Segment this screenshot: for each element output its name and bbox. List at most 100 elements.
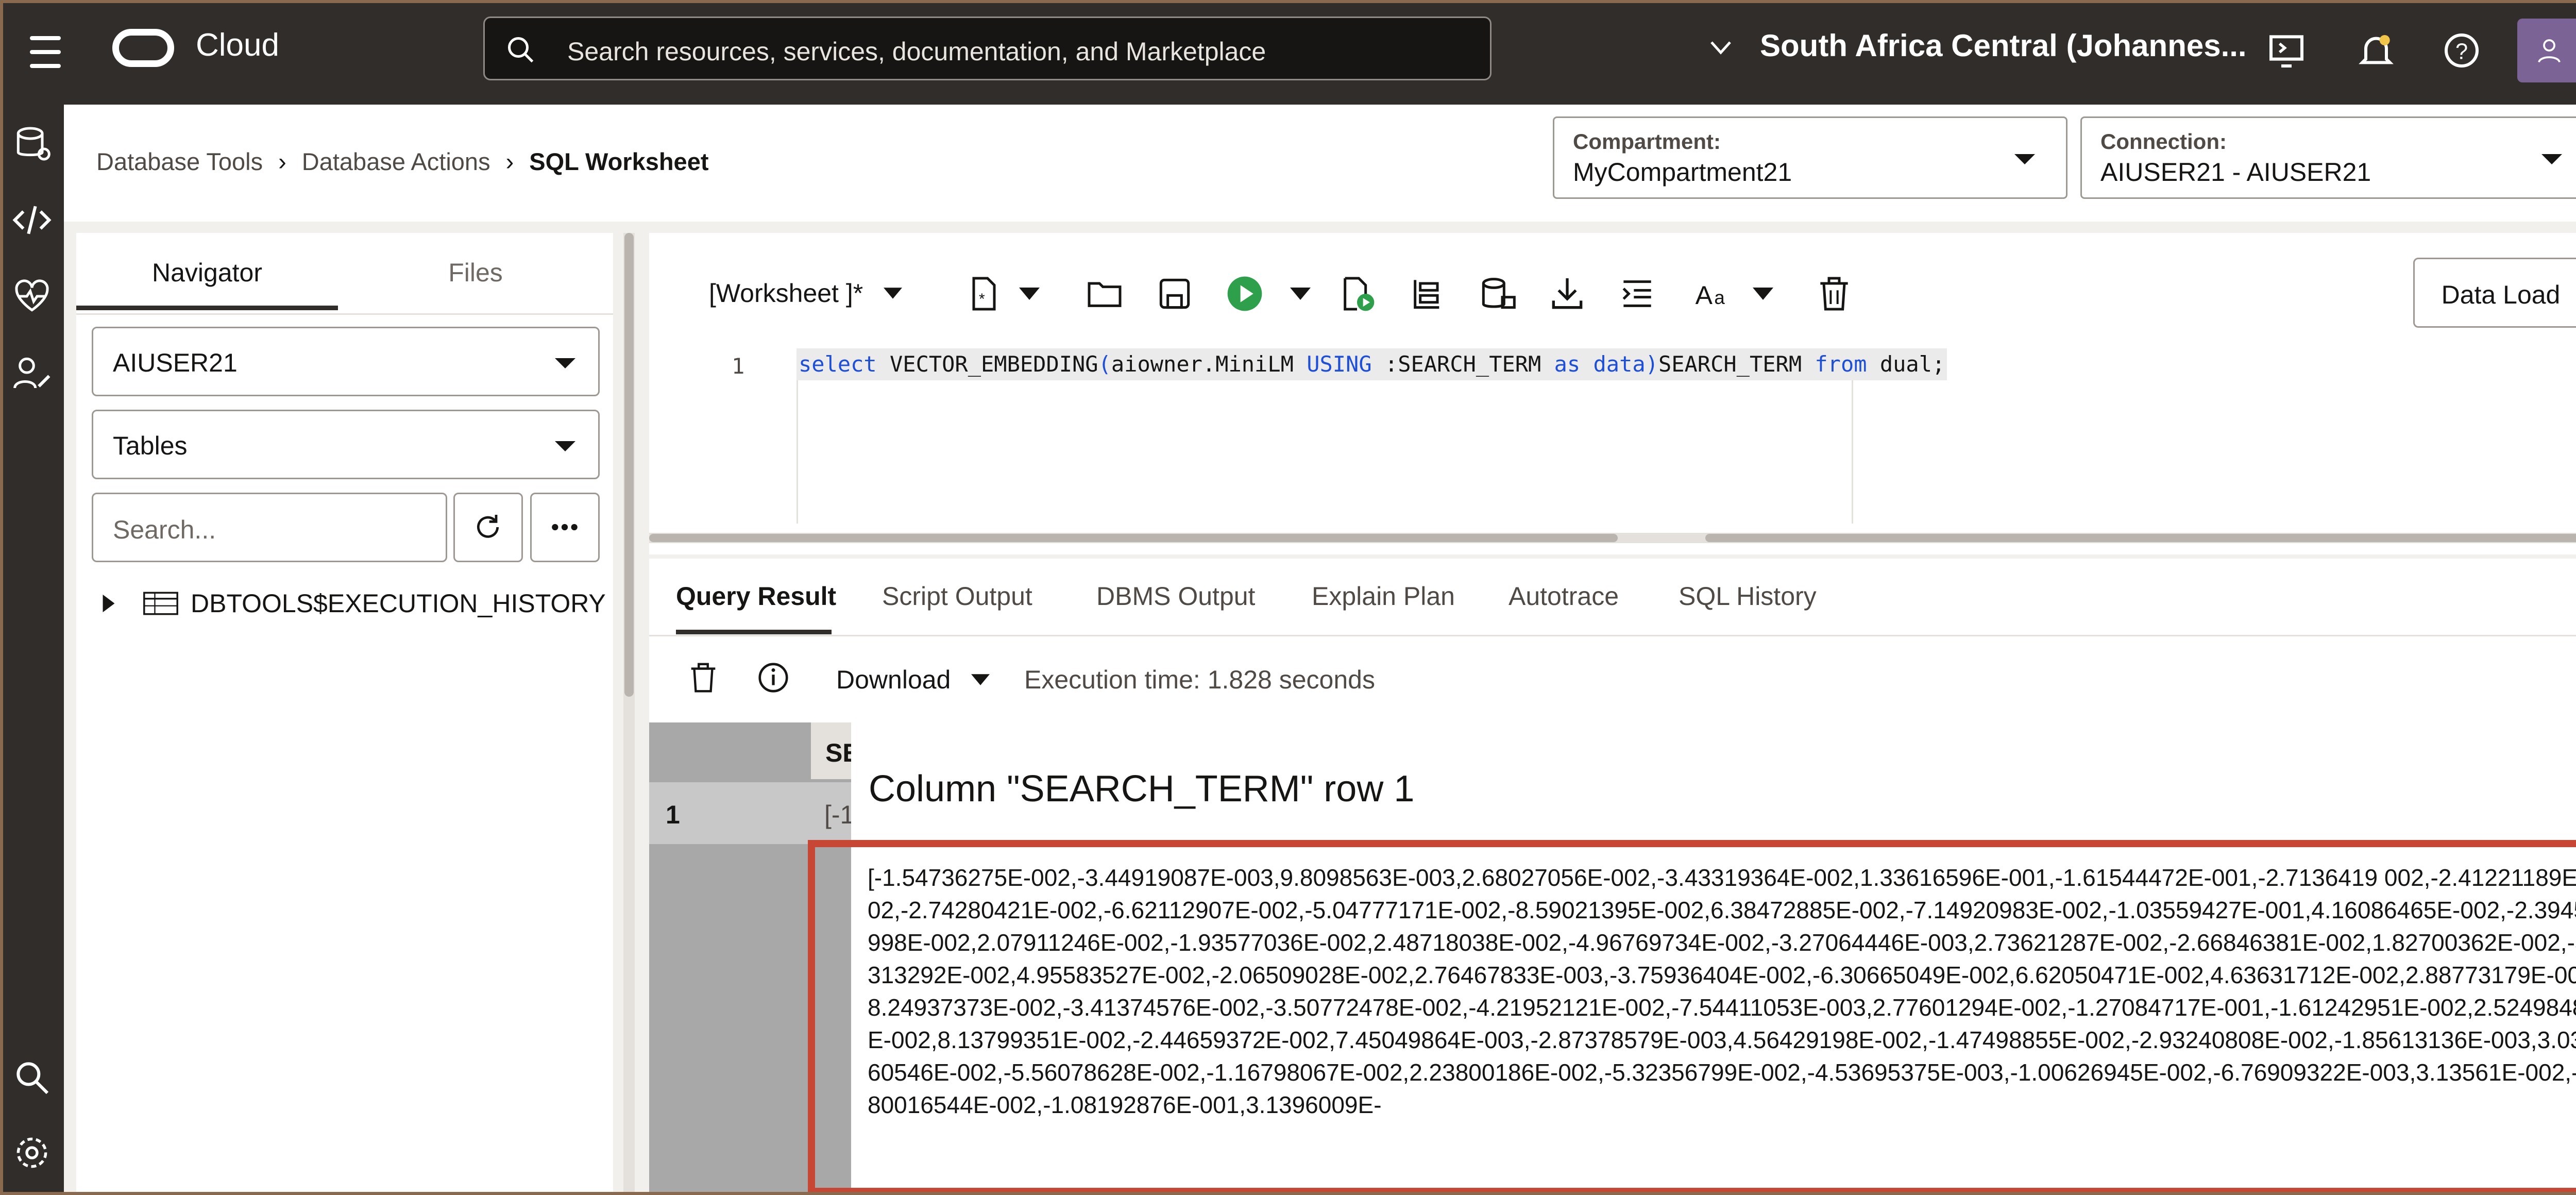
more-actions-button[interactable] [530, 493, 600, 562]
explain-plan-icon[interactable] [1406, 273, 1448, 314]
autotrace-icon[interactable] [1477, 273, 1518, 314]
clear-trash-icon[interactable] [1814, 273, 1855, 314]
connection-value: AIUSER21 - AIUSER21 [2100, 158, 2371, 187]
sql-function: VECTOR_EMBEDDING [876, 351, 1098, 377]
cloud-shell-icon[interactable] [2266, 30, 2307, 71]
global-search-input[interactable]: Search resources, services, documentatio… [483, 16, 1492, 80]
tree-item[interactable]: DBTOOLS$EXECUTION_HISTORY [101, 588, 606, 618]
code-icon[interactable] [11, 199, 53, 241]
search-icon [508, 37, 534, 63]
navigator-scrollbar[interactable] [623, 233, 635, 1195]
format-indent-icon[interactable] [1617, 273, 1658, 314]
new-worksheet-icon[interactable]: * [963, 273, 1005, 314]
object-type-value: Tables [113, 431, 188, 460]
sql-model: aiowner.MiniLM [1111, 351, 1307, 377]
caret-down-icon [2541, 154, 2562, 164]
admin-tools-icon[interactable] [11, 352, 53, 393]
navigator-search-input[interactable]: Search... [92, 493, 447, 562]
tab-explain-plan[interactable]: Explain Plan [1312, 581, 1455, 611]
sql-code-line[interactable]: select VECTOR_EMBEDDING(aiowner.MiniLM U… [796, 348, 1947, 380]
user-avatar[interactable] [2517, 19, 2576, 82]
tab-query-result[interactable]: Query Result [676, 581, 836, 611]
info-icon[interactable] [755, 660, 791, 696]
hamburger-menu-icon[interactable] [25, 32, 71, 72]
popup-title: Column "SEARCH_TERM" row 1 [869, 768, 1415, 810]
breadcrumb-database-actions[interactable]: Database Actions [302, 147, 490, 176]
save-icon[interactable] [1154, 273, 1195, 314]
open-file-icon[interactable] [1084, 273, 1125, 314]
refresh-icon [477, 515, 499, 538]
oracle-logo-icon[interactable] [112, 29, 174, 67]
help-icon[interactable]: ? [2441, 30, 2482, 71]
refresh-button[interactable] [453, 493, 523, 562]
table-icon [143, 592, 178, 615]
tab-navigator[interactable]: Navigator [76, 233, 338, 310]
breadcrumb-separator-icon: › [505, 148, 514, 175]
tab-autotrace[interactable]: Autotrace [1509, 581, 1619, 611]
svg-text:?: ? [2455, 40, 2468, 64]
connection-select[interactable]: Connection: AIUSER21 - AIUSER21 [2080, 116, 2576, 199]
worksheet-editor [649, 233, 2576, 554]
table-row[interactable]: 1 [-1 [649, 782, 855, 844]
tab-dbms-output[interactable]: DBMS Output [1096, 581, 1255, 611]
user-icon [2538, 39, 2561, 63]
active-tab-indicator [676, 630, 832, 634]
chevron-down-icon[interactable] [1709, 40, 1732, 56]
database-icon[interactable] [11, 123, 53, 164]
schema-select[interactable]: AIUSER21 [92, 327, 600, 396]
editor-horizontal-scrollbar[interactable] [649, 533, 2576, 543]
clear-results-trash-icon[interactable] [685, 660, 721, 696]
run-script-icon[interactable] [1336, 273, 1378, 314]
caret-down-icon[interactable] [1290, 287, 1311, 301]
data-load-label: Data Load [2441, 280, 2561, 309]
tab-navigator-label: Navigator [152, 258, 262, 287]
tree-item-label: DBTOOLS$EXECUTION_HISTORY [191, 589, 606, 618]
sql-keyword: data [1580, 351, 1646, 377]
worksheet-name: [Worksheet ]* [709, 279, 863, 308]
run-statement-icon[interactable] [1224, 273, 1265, 314]
divider [76, 313, 613, 315]
notifications-bell-icon[interactable] [2355, 30, 2397, 71]
highlight-box [808, 840, 2576, 1195]
compartment-value: MyCompartment21 [1573, 158, 1792, 187]
tab-script-output[interactable]: Script Output [882, 581, 1032, 611]
expand-triangle-icon[interactable] [101, 593, 116, 614]
caret-down-icon [555, 358, 575, 368]
search-placeholder: Search resources, services, documentatio… [567, 37, 1266, 66]
sql-keyword: USING [1307, 351, 1372, 377]
object-type-select[interactable]: Tables [92, 410, 600, 479]
row-number: 1 [666, 800, 680, 829]
left-rail [0, 105, 64, 1195]
tab-files[interactable]: Files [338, 233, 613, 310]
sql-keyword: select [799, 351, 877, 377]
search-icon[interactable] [11, 1057, 53, 1098]
caret-down-icon[interactable] [884, 287, 903, 299]
column-header[interactable]: SE [811, 722, 860, 779]
health-monitor-icon[interactable] [11, 276, 53, 317]
sql-paren: ( [1098, 351, 1111, 377]
download-menu[interactable]: Download [836, 665, 990, 695]
tab-sql-history[interactable]: SQL History [1679, 581, 1817, 611]
caret-down-icon[interactable] [1019, 287, 1040, 301]
download-icon[interactable] [1547, 273, 1588, 314]
tab-files-label: Files [448, 258, 503, 287]
region-selector[interactable]: South Africa Central (Johannes... [1760, 28, 2247, 63]
caret-down-icon [971, 674, 990, 685]
cell-preview: [-1 [824, 800, 855, 829]
settings-gear-icon[interactable] [11, 1132, 53, 1173]
caret-down-icon[interactable] [1753, 287, 1773, 301]
worksheet-tab[interactable]: [Worksheet ]* [709, 278, 903, 308]
app-name[interactable]: Cloud [196, 27, 279, 63]
sql-keyword: from [1815, 351, 1867, 377]
line-number: 1 [732, 354, 745, 379]
breadcrumb-current: SQL Worksheet [529, 148, 709, 175]
sql-alias: SEARCH_TERM [1658, 351, 1815, 377]
top-bar: Cloud Search resources, services, docume… [0, 0, 2576, 105]
breadcrumb-database-tools[interactable]: Database Tools [96, 147, 263, 176]
data-load-button[interactable]: Data Load [2413, 258, 2576, 328]
sql-bind-variable: :SEARCH_TERM [1371, 351, 1554, 377]
connection-label: Connection: [2100, 129, 2227, 154]
compartment-select[interactable]: Compartment: MyCompartment21 [1553, 116, 2067, 199]
font-case-icon[interactable]: Aa [1692, 273, 1733, 314]
download-label: Download [836, 665, 951, 694]
